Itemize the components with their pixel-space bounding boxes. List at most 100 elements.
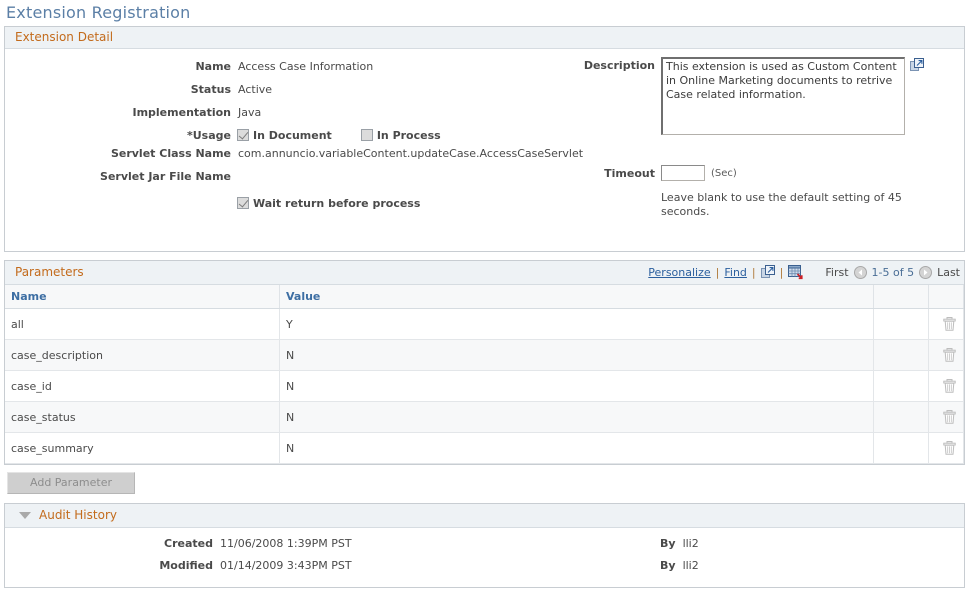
expand-popout-icon[interactable] xyxy=(760,265,775,279)
cell-spacer xyxy=(873,339,929,371)
add-parameter-button[interactable]: Add Parameter xyxy=(7,472,136,494)
find-link[interactable]: Find xyxy=(724,266,747,279)
checkbox-in-document-label: In Document xyxy=(253,129,332,142)
parameters-toolbar: Personalize | Find | | First 1-5 of 5 La… xyxy=(648,264,960,280)
audit-history-body: Created 11/06/2008 1:39PM PST By lli2 Mo… xyxy=(5,528,964,587)
cell-name: case_status xyxy=(5,401,280,433)
modified-label: Modified xyxy=(159,559,213,572)
cell-value: N xyxy=(279,370,874,402)
timeout-label: Timeout xyxy=(604,166,655,180)
parameters-pager: First 1-5 of 5 Last xyxy=(825,265,960,279)
timeout-input[interactable] xyxy=(661,165,705,181)
usage-value: In Document In Process xyxy=(231,128,441,142)
cell-value: Y xyxy=(279,308,874,340)
cell-spacer xyxy=(873,370,929,402)
prev-arrow-icon[interactable] xyxy=(853,265,867,279)
audit-history-header[interactable]: Audit History xyxy=(5,504,964,528)
field-row-servlet-jar: Servlet Jar File Name xyxy=(5,169,605,183)
audit-row-created: Created 11/06/2008 1:39PM PST By lli2 xyxy=(5,537,964,550)
checkbox-in-document[interactable] xyxy=(237,129,249,141)
table-row: case_summary N xyxy=(5,432,964,464)
parameters-grid-header: Parameters Personalize | Find | | First … xyxy=(5,261,964,285)
column-header-name[interactable]: Name xyxy=(5,285,280,309)
column-header-spacer xyxy=(873,285,929,309)
parameters-table: Name Value all Y case_description N case… xyxy=(5,285,964,464)
triangle-down-icon[interactable] xyxy=(19,511,31,519)
audit-history-section: Audit History Created 11/06/2008 1:39PM … xyxy=(4,503,965,588)
cell-delete xyxy=(928,401,964,433)
implementation-value: Java xyxy=(238,106,262,119)
cell-spacer xyxy=(873,432,929,464)
column-header-value[interactable]: Value xyxy=(279,285,874,309)
field-row-usage: *Usage In Document In Process xyxy=(5,128,605,142)
personalize-link[interactable]: Personalize xyxy=(648,266,710,279)
table-row: case_status N xyxy=(5,401,964,433)
audit-row-modified: Modified 01/14/2009 3:43PM PST By lli2 xyxy=(5,559,964,572)
trash-icon[interactable] xyxy=(942,317,956,331)
implementation-label: Implementation xyxy=(132,106,231,119)
cell-value: N xyxy=(279,401,874,433)
cell-delete xyxy=(928,308,964,340)
cell-spacer xyxy=(873,308,929,340)
created-label: Created xyxy=(164,537,213,550)
extension-detail-right-column: Description Timeout (Sec) Le xyxy=(565,57,965,219)
add-parameter-row: Add Parameter xyxy=(4,472,965,494)
extension-detail-left-column: Name Access Case Information Status Acti… xyxy=(5,59,605,219)
servlet-jar-label: Servlet Jar File Name xyxy=(100,170,231,183)
audit-history-title: Audit History xyxy=(39,508,117,522)
description-textarea[interactable] xyxy=(661,57,905,135)
field-row-name: Name Access Case Information xyxy=(5,59,605,73)
checkbox-in-process-label: In Process xyxy=(376,129,441,142)
created-value: 11/06/2008 1:39PM PST xyxy=(220,537,352,550)
trash-icon[interactable] xyxy=(942,348,956,362)
cell-delete xyxy=(928,432,964,464)
download-spreadsheet-icon[interactable] xyxy=(788,264,803,280)
toolbar-separator-1: | xyxy=(715,265,720,279)
created-by-label: By xyxy=(660,537,676,550)
cell-value: N xyxy=(279,339,874,371)
trash-icon[interactable] xyxy=(942,441,956,455)
timeout-hint-text: Leave blank to use the default setting o… xyxy=(661,191,902,218)
expand-popout-icon[interactable] xyxy=(910,58,924,72)
status-label: Status xyxy=(190,83,231,96)
pager-range-label: 1-5 of 5 xyxy=(871,265,915,279)
cell-name: case_id xyxy=(5,370,280,402)
cell-name: all xyxy=(5,308,280,340)
table-row: case_description N xyxy=(5,339,964,371)
field-row-status: Status Active xyxy=(5,82,605,96)
checkbox-in-process[interactable] xyxy=(360,129,373,141)
field-row-implementation: Implementation Java xyxy=(5,105,605,119)
table-row: all Y xyxy=(5,308,964,340)
toolbar-separator-3: | xyxy=(779,265,784,279)
servlet-class-value: com.annuncio.variableContent.updateCase.… xyxy=(238,147,584,160)
cell-value: N xyxy=(279,432,874,464)
name-value: Access Case Information xyxy=(238,60,374,73)
wait-return-group: Wait return before process xyxy=(237,196,420,210)
next-arrow-icon[interactable] xyxy=(919,265,933,279)
trash-icon[interactable] xyxy=(942,410,956,424)
cell-name: case_description xyxy=(5,339,280,371)
extension-detail-header: Extension Detail xyxy=(5,27,964,49)
cell-delete xyxy=(928,370,964,402)
created-by-value: lli2 xyxy=(682,537,699,550)
status-value: Active xyxy=(238,83,273,96)
parameters-grid: Parameters Personalize | Find | | First … xyxy=(4,260,965,465)
checkbox-wait-return-label: Wait return before process xyxy=(253,197,421,210)
modified-by-value: lli2 xyxy=(682,559,699,572)
checkbox-wait-return[interactable] xyxy=(237,197,249,209)
timeout-unit-label: (Sec) xyxy=(711,167,737,179)
cell-name: case_summary xyxy=(5,432,280,464)
extension-detail-title: Extension Detail xyxy=(15,30,114,44)
field-row-wait-return: Wait return before process xyxy=(5,196,605,210)
pager-last-link[interactable]: Last xyxy=(937,266,960,279)
name-label: Name xyxy=(195,60,231,73)
table-header-row: Name Value xyxy=(5,285,964,309)
modified-by-label: By xyxy=(660,559,676,572)
table-row: case_id N xyxy=(5,370,964,402)
servlet-jar-value xyxy=(231,169,238,170)
pager-first-link[interactable]: First xyxy=(825,266,848,279)
usage-label: *Usage xyxy=(187,129,231,142)
trash-icon[interactable] xyxy=(942,379,956,393)
extension-detail-groupbox: Extension Detail Name Access Case Inform… xyxy=(4,26,965,252)
cell-delete xyxy=(928,339,964,371)
